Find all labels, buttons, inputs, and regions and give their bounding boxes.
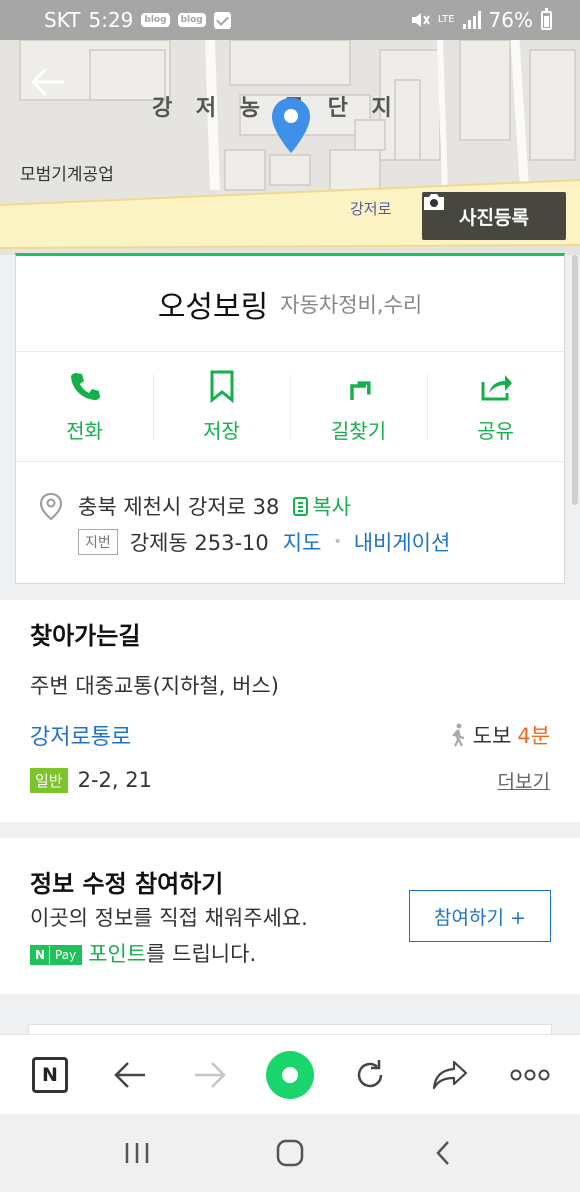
walking-person-icon bbox=[451, 723, 464, 747]
bus-stop-name[interactable]: 강저로통로 bbox=[30, 719, 131, 751]
arrow-right-icon bbox=[195, 1061, 226, 1088]
navigation-link[interactable]: 내비게이션 bbox=[354, 527, 451, 557]
scroll-indicator[interactable] bbox=[572, 255, 578, 505]
directions-section: 찾아가는길 주변 대중교통(지하철, 버스) 강저로통로 도보 4분 일반 2-… bbox=[0, 600, 580, 822]
directions-button[interactable]: 길찾기 bbox=[290, 352, 427, 461]
phone-icon bbox=[70, 373, 100, 400]
road-address: 충북 제천시 강저로 38 bbox=[78, 495, 280, 519]
place-card: 오성보링 자동차정비,수리 전화 저장 길찾기 공유 충북 제천시 강저로 38… bbox=[15, 253, 565, 584]
clock: 5:29 bbox=[88, 8, 134, 32]
signal-icon bbox=[462, 11, 481, 29]
save-button[interactable]: 저장 bbox=[153, 352, 290, 461]
bus-stop-row[interactable]: 강저로통로 도보 4분 bbox=[30, 710, 550, 760]
action-bar: 전화 저장 길찾기 공유 bbox=[16, 352, 564, 462]
walk-time: 4분 bbox=[517, 724, 550, 748]
map-link[interactable]: 지도 bbox=[283, 527, 322, 557]
back-button[interactable] bbox=[26, 60, 70, 104]
turn-right-icon bbox=[349, 381, 371, 400]
jibun-address: 강제동 253-10 bbox=[129, 531, 269, 555]
place-category: 자동차정비,수리 bbox=[280, 292, 423, 317]
location-pin-icon[interactable] bbox=[270, 96, 312, 156]
share-arrow-icon bbox=[432, 1060, 468, 1089]
system-nav-bar bbox=[0, 1114, 580, 1192]
place-title-row: 오성보링 자동차정비,수리 bbox=[16, 256, 564, 352]
camera-icon bbox=[424, 194, 444, 210]
copy-icon bbox=[293, 496, 309, 516]
location-outline-icon bbox=[39, 492, 63, 520]
blog-notification-icon: blog bbox=[141, 13, 170, 27]
copy-address-button[interactable]: 복사 bbox=[293, 491, 351, 521]
separator-dot: • bbox=[333, 534, 342, 550]
mute-vibrate-icon bbox=[411, 13, 430, 27]
lte-indicator: LTE bbox=[437, 14, 455, 25]
back-arrow-icon bbox=[30, 67, 64, 97]
home-icon bbox=[276, 1139, 304, 1167]
refresh-button[interactable] bbox=[340, 1045, 400, 1105]
share-icon bbox=[481, 375, 512, 401]
recent-apps-button[interactable] bbox=[102, 1128, 172, 1178]
naver-home-button[interactable]: N bbox=[20, 1045, 80, 1105]
map-view[interactable]: 강 저 농 공 단 지 모범기계공업 강저로 사진등록 bbox=[0, 40, 580, 255]
more-menu-button[interactable] bbox=[500, 1045, 560, 1105]
chevron-left-icon bbox=[436, 1141, 450, 1165]
back-nav-button[interactable] bbox=[100, 1045, 160, 1105]
blog-notification-icon: blog bbox=[177, 13, 206, 27]
status-bar: SKT 5:29 blog blog LTE 76% bbox=[0, 0, 580, 40]
address-block: 충북 제천시 강저로 38 복사 지번 강제동 253-10 지도 • 내비게이… bbox=[16, 462, 564, 560]
road-address-line: 충북 제천시 강저로 38 복사 bbox=[38, 488, 564, 524]
forward-nav-button[interactable] bbox=[180, 1045, 240, 1105]
system-back-button[interactable] bbox=[408, 1128, 478, 1178]
green-dot-button[interactable] bbox=[260, 1045, 320, 1105]
browser-toolbar: N bbox=[0, 1034, 580, 1114]
place-name: 오성보링 bbox=[157, 289, 269, 325]
call-button[interactable]: 전화 bbox=[16, 352, 153, 461]
directions-label: 길찾기 bbox=[330, 419, 387, 443]
walk-info: 도보 4분 bbox=[449, 720, 550, 750]
jibun-address-line: 지번 강제동 253-10 지도 • 내비게이션 bbox=[38, 524, 564, 560]
bus-lines-row: 일반 2-2, 21 더보기 bbox=[30, 760, 550, 800]
recent-apps-icon bbox=[125, 1143, 148, 1163]
bus-type-badge: 일반 bbox=[30, 767, 68, 793]
green-dot-icon bbox=[266, 1050, 314, 1099]
copy-label: 복사 bbox=[312, 495, 351, 519]
bus-numbers: 2-2, 21 bbox=[77, 768, 152, 792]
share-button[interactable]: 공유 bbox=[427, 352, 564, 461]
carrier-label: SKT bbox=[44, 8, 81, 32]
npay-pay: Pay bbox=[49, 946, 82, 964]
call-label: 전화 bbox=[66, 419, 103, 443]
more-link[interactable]: 더보기 bbox=[498, 767, 550, 794]
battery-icon bbox=[541, 7, 552, 30]
walk-label: 도보 bbox=[472, 724, 512, 748]
jibun-tag: 지번 bbox=[78, 529, 118, 555]
home-button[interactable] bbox=[255, 1128, 325, 1178]
participate-button[interactable]: 참여하기 + bbox=[409, 890, 551, 942]
battery-percent: 76% bbox=[488, 8, 533, 32]
arrow-left-icon bbox=[114, 1061, 145, 1088]
photo-register-button[interactable]: 사진등록 bbox=[422, 192, 566, 240]
points-text: 포인트 bbox=[88, 942, 147, 966]
naver-home-icon: N bbox=[32, 1056, 68, 1093]
transit-subtitle: 주변 대중교통(지하철, 버스) bbox=[30, 674, 279, 698]
refresh-icon bbox=[357, 1059, 383, 1087]
npay-n: N bbox=[31, 946, 50, 964]
npay-logo: N Pay bbox=[30, 945, 83, 965]
save-label: 저장 bbox=[203, 419, 240, 443]
points-rest: 를 드립니다. bbox=[146, 942, 257, 966]
more-dots-icon bbox=[510, 1069, 550, 1080]
bookmark-icon bbox=[210, 370, 233, 403]
photo-register-label: 사진등록 bbox=[459, 206, 529, 229]
check-notification-icon bbox=[213, 11, 231, 29]
share-label: 공유 bbox=[477, 419, 514, 443]
share-page-button[interactable] bbox=[420, 1045, 480, 1105]
map-road-label: 강저로 bbox=[350, 200, 392, 218]
directions-title: 찾아가는길 bbox=[30, 622, 141, 650]
map-poi-label: 모범기계공업 bbox=[20, 165, 114, 185]
edit-info-section: 정보 수정 참여하기 이곳의 정보를 직접 채워주세요. N Pay 포인트를 … bbox=[0, 838, 580, 994]
